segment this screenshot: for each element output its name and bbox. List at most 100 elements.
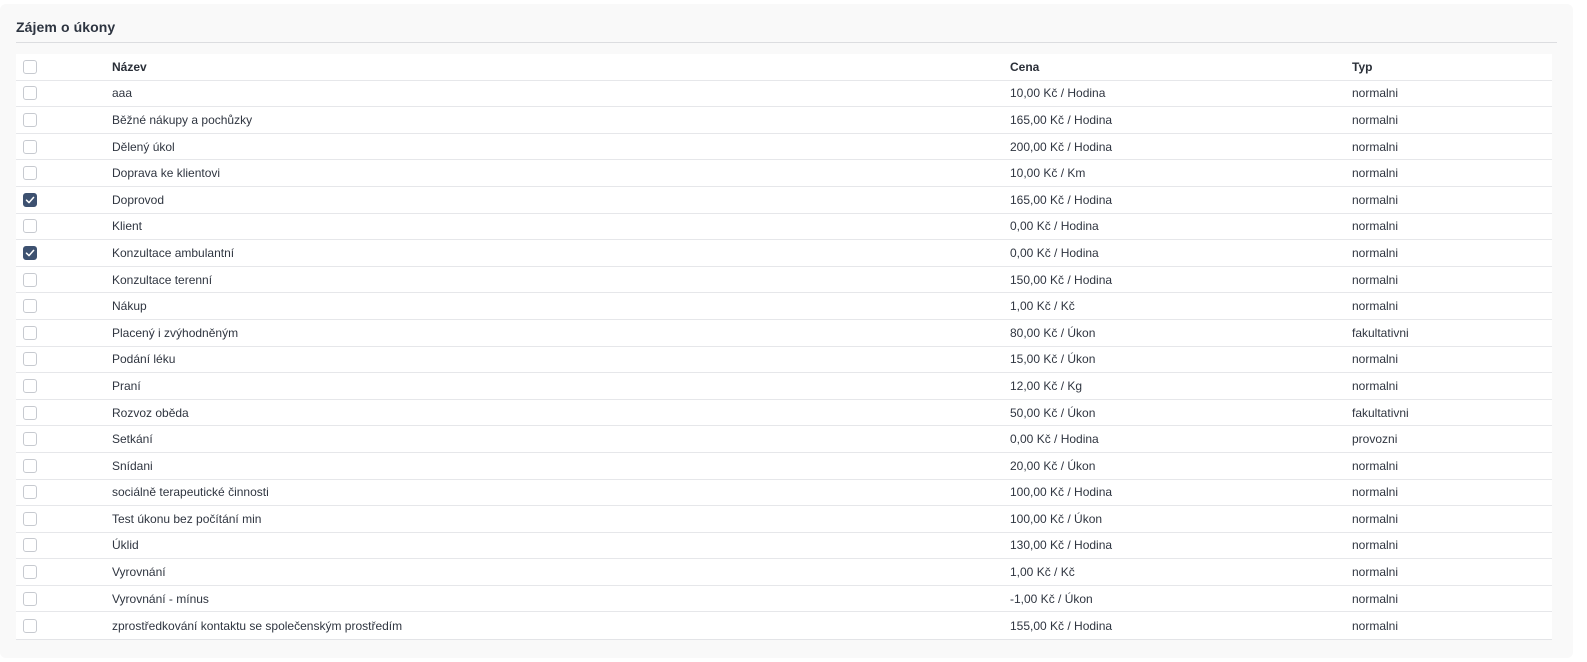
- table-row[interactable]: Praní 12,00 Kč / Kg normalni: [16, 373, 1552, 400]
- service-price: 12,00 Kč / Kg: [1010, 378, 1083, 393]
- service-name: Klient: [112, 219, 143, 234]
- service-type: normalni: [1352, 299, 1399, 314]
- table-row[interactable]: Setkání 0,00 Kč / Hodina provozni: [16, 426, 1552, 453]
- service-price: 200,00 Kč / Hodina: [1010, 139, 1113, 154]
- service-name: Snídani: [112, 458, 153, 473]
- row-checkbox[interactable]: [23, 405, 37, 420]
- service-type: normalni: [1352, 166, 1399, 181]
- service-type: normalni: [1352, 591, 1399, 606]
- service-name: Konzultace ambulantní: [112, 245, 235, 260]
- row-checkbox[interactable]: [23, 485, 37, 500]
- service-type: fakultativni: [1352, 325, 1409, 340]
- service-price: 1,00 Kč / Kč: [1010, 565, 1075, 580]
- panel-title: Zájem o úkony: [16, 19, 116, 35]
- table-body: aaa 10,00 Kč / Hodina normalni Běžné nákupy…: [16, 81, 1552, 639]
- title-divider: [16, 42, 1557, 43]
- service-type: normalni: [1352, 458, 1399, 473]
- table-row[interactable]: Vyrovnání - mínus -1,00 Kč / Úkon normalni: [16, 586, 1552, 613]
- service-type: normalni: [1352, 485, 1399, 500]
- check-icon: [25, 249, 35, 257]
- header-price[interactable]: Cena: [1010, 54, 1039, 80]
- service-type: normalni: [1352, 618, 1399, 633]
- row-checkbox[interactable]: [23, 432, 37, 447]
- service-type: normalni: [1352, 565, 1399, 580]
- row-checkbox[interactable]: [23, 139, 37, 154]
- table-row[interactable]: zprostředkování kontaktu se společenským…: [16, 612, 1552, 639]
- service-price: 0,00 Kč / Hodina: [1010, 245, 1099, 260]
- row-checkbox[interactable]: [23, 511, 37, 526]
- check-icon: [25, 196, 35, 204]
- row-checkbox[interactable]: [23, 299, 37, 314]
- row-checkbox[interactable]: [23, 86, 37, 101]
- service-type: fakultativni: [1352, 405, 1409, 420]
- service-type: normalni: [1352, 86, 1399, 101]
- service-price: 100,00 Kč / Úkon: [1010, 511, 1103, 526]
- row-checkbox[interactable]: [23, 272, 37, 287]
- row-checkbox[interactable]: [23, 352, 37, 367]
- table-row[interactable]: Dělený úkol 200,00 Kč / Hodina normalni: [16, 134, 1552, 161]
- service-name: Podání léku: [112, 352, 176, 367]
- row-checkbox[interactable]: [23, 166, 37, 181]
- table-row[interactable]: Test úkonu bez počítání min 100,00 Kč / Ú…: [16, 506, 1552, 533]
- table-row[interactable]: Doprava ke klientovi 10,00 Kč / Km normaln…: [16, 160, 1552, 187]
- table-row[interactable]: Doprovod 165,00 Kč / Hodina normalni: [16, 187, 1552, 214]
- table-row[interactable]: Úklid 130,00 Kč / Hodina normalni: [16, 533, 1552, 560]
- table-row[interactable]: Placený i zvýhodněným 80,00 Kč / Úkon faku…: [16, 320, 1552, 347]
- row-checkbox[interactable]: [23, 458, 37, 473]
- service-type: normalni: [1352, 192, 1399, 207]
- table-row[interactable]: Klient 0,00 Kč / Hodina normalni: [16, 214, 1552, 241]
- service-price: 10,00 Kč / Hodina: [1010, 86, 1106, 101]
- row-checkbox[interactable]: [23, 112, 37, 127]
- service-name: Konzultace terenní: [112, 272, 213, 287]
- service-price: 15,00 Kč / Úkon: [1010, 352, 1096, 367]
- service-name: Dělený úkol: [112, 139, 175, 154]
- service-name: aaa: [112, 86, 133, 101]
- table-row[interactable]: sociálně terapeutické činnosti 100,00 Kč …: [16, 480, 1552, 507]
- row-checkbox[interactable]: [23, 565, 37, 580]
- table-row[interactable]: Snídani 20,00 Kč / Úkon normalni: [16, 453, 1552, 480]
- service-name: Nákup: [112, 299, 147, 314]
- row-checkbox[interactable]: [23, 219, 37, 234]
- service-type: normalni: [1352, 245, 1399, 260]
- row-checkbox[interactable]: [23, 192, 37, 207]
- service-price: 50,00 Kč / Úkon: [1010, 405, 1096, 420]
- row-checkbox[interactable]: [23, 245, 37, 260]
- service-price: 80,00 Kč / Úkon: [1010, 325, 1096, 340]
- row-checkbox[interactable]: [23, 325, 37, 340]
- service-type: normalni: [1352, 378, 1399, 393]
- service-price: 20,00 Kč / Úkon: [1010, 458, 1096, 473]
- table-row[interactable]: aaa 10,00 Kč / Hodina normalni: [16, 81, 1552, 108]
- row-checkbox[interactable]: [23, 378, 37, 393]
- service-name: Praní: [112, 378, 141, 393]
- service-price: 0,00 Kč / Hodina: [1010, 219, 1099, 234]
- service-type: normalni: [1352, 272, 1399, 287]
- table-row[interactable]: Vyrovnání 1,00 Kč / Kč normalni: [16, 559, 1552, 586]
- select-all-checkbox[interactable]: [23, 59, 37, 74]
- table-row[interactable]: Nákup 1,00 Kč / Kč normalni: [16, 293, 1552, 320]
- table-row[interactable]: Podání léku 15,00 Kč / Úkon normalni: [16, 347, 1552, 374]
- service-price: 100,00 Kč / Hodina: [1010, 485, 1113, 500]
- table-row[interactable]: Rozvoz oběda 50,00 Kč / Úkon fakultativni: [16, 400, 1552, 427]
- row-checkbox[interactable]: [23, 591, 37, 606]
- row-checkbox[interactable]: [23, 538, 37, 553]
- table-row[interactable]: Konzultace terenní 150,00 Kč / Hodina norm…: [16, 267, 1552, 294]
- service-name: Rozvoz oběda: [112, 405, 189, 420]
- service-price: 150,00 Kč / Hodina: [1010, 272, 1113, 287]
- services-table: Název Cena Typ aaa 10,00 Kč / Hodina norma…: [16, 54, 1552, 641]
- service-price: 165,00 Kč / Hodina: [1010, 192, 1113, 207]
- table-row[interactable]: Konzultace ambulantní 0,00 Kč / Hodina nor…: [16, 240, 1552, 267]
- service-type: normalni: [1352, 219, 1399, 234]
- header-type[interactable]: Typ: [1352, 54, 1372, 80]
- table-header-row: Název Cena Typ: [16, 54, 1552, 81]
- row-checkbox[interactable]: [23, 618, 37, 633]
- service-price: 1,00 Kč / Kč: [1010, 299, 1075, 314]
- header-name[interactable]: Název: [112, 54, 147, 80]
- service-name: Vyrovnání: [112, 565, 166, 580]
- table-row[interactable]: Běžné nákupy a pochůzky 165,00 Kč / Hodin…: [16, 107, 1552, 134]
- service-name: Vyrovnání - mínus: [112, 591, 209, 606]
- service-price: -1,00 Kč / Úkon: [1010, 591, 1093, 606]
- service-type: normalni: [1352, 511, 1399, 526]
- service-name: Doprava ke klientovi: [112, 166, 221, 181]
- service-price: 0,00 Kč / Hodina: [1010, 432, 1099, 447]
- service-name: Setkání: [112, 432, 153, 447]
